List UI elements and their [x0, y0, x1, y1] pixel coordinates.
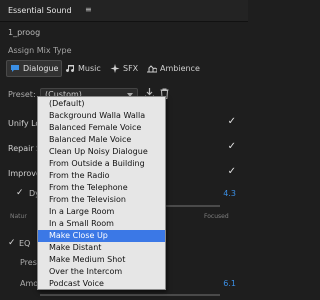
preset-label: Preset: — [8, 90, 36, 99]
amount-slider[interactable] — [40, 294, 220, 296]
assign-mix-type-label: Assign Mix Type — [8, 46, 72, 55]
dropdown-option[interactable]: Make Medium Shot — [38, 254, 165, 266]
panel-menu-icon[interactable]: ≡ — [85, 5, 92, 14]
music-note-icon — [65, 64, 75, 73]
dynamics-checkbox[interactable]: ✓ — [16, 189, 25, 198]
panel-header: Essential Sound ≡ — [0, 0, 248, 22]
dropdown-option[interactable]: Over the Intercom — [38, 266, 165, 278]
dropdown-option[interactable]: In a Large Room — [38, 206, 165, 218]
natural-scale-label: Natur — [10, 213, 27, 220]
eq-checkbox[interactable]: ✓ — [8, 239, 17, 248]
eq-label: EQ — [19, 239, 31, 248]
improve-checkmark[interactable]: ✓ — [228, 166, 236, 177]
mix-type-tabs: Dialogue Music SFX Ambience — [6, 60, 246, 77]
dropdown-option[interactable]: Balanced Male Voice — [38, 134, 165, 146]
dropdown-option[interactable]: From the Telephone — [38, 182, 165, 194]
dropdown-option[interactable]: Balanced Female Voice — [38, 122, 165, 134]
tab-sfx-label: SFX — [123, 64, 139, 73]
dropdown-option[interactable]: Make Close Up — [38, 230, 165, 242]
amount-value[interactable]: 6.1 — [223, 279, 236, 288]
tab-sfx[interactable]: SFX — [107, 60, 141, 77]
ambience-icon — [147, 64, 158, 73]
sparkle-icon — [110, 64, 120, 73]
dropdown-option[interactable]: Background Walla Walla — [38, 110, 165, 122]
dynamics-value[interactable]: 4.3 — [223, 189, 236, 198]
tab-dialogue[interactable]: Dialogue — [6, 60, 63, 77]
preset-dropdown-menu: (Default) Background Walla Walla Balanced … — [37, 96, 166, 290]
tab-dialogue-label: Dialogue — [23, 64, 59, 73]
unify-loudness-checkmark[interactable]: ✓ — [228, 116, 236, 127]
dropdown-option[interactable]: From the Radio — [38, 170, 165, 182]
panel-title: Essential Sound — [8, 6, 72, 15]
tab-music-label: Music — [78, 64, 101, 73]
dropdown-option[interactable]: Podcast Voice — [38, 278, 165, 290]
unify-loudness-label: Unify Lo — [8, 119, 41, 128]
dropdown-option[interactable]: Make Distant — [38, 242, 165, 254]
clip-name: 1_proog — [8, 28, 41, 37]
tab-music[interactable]: Music — [62, 60, 104, 77]
speech-bubble-icon — [10, 64, 20, 73]
improve-label: Improve — [8, 169, 41, 178]
dropdown-option[interactable]: From the Television — [38, 194, 165, 206]
dropdown-option[interactable]: From Outside a Building — [38, 158, 165, 170]
dropdown-option[interactable]: In a Small Room — [38, 218, 165, 230]
focused-scale-label: Focused — [204, 213, 229, 220]
repair-sound-checkmark[interactable]: ✓ — [228, 141, 236, 152]
dropdown-option[interactable]: Clean Up Noisy Dialogue — [38, 146, 165, 158]
dropdown-option[interactable]: (Default) — [38, 98, 165, 110]
tab-ambience[interactable]: Ambience — [144, 60, 203, 77]
tab-ambience-label: Ambience — [160, 64, 200, 73]
